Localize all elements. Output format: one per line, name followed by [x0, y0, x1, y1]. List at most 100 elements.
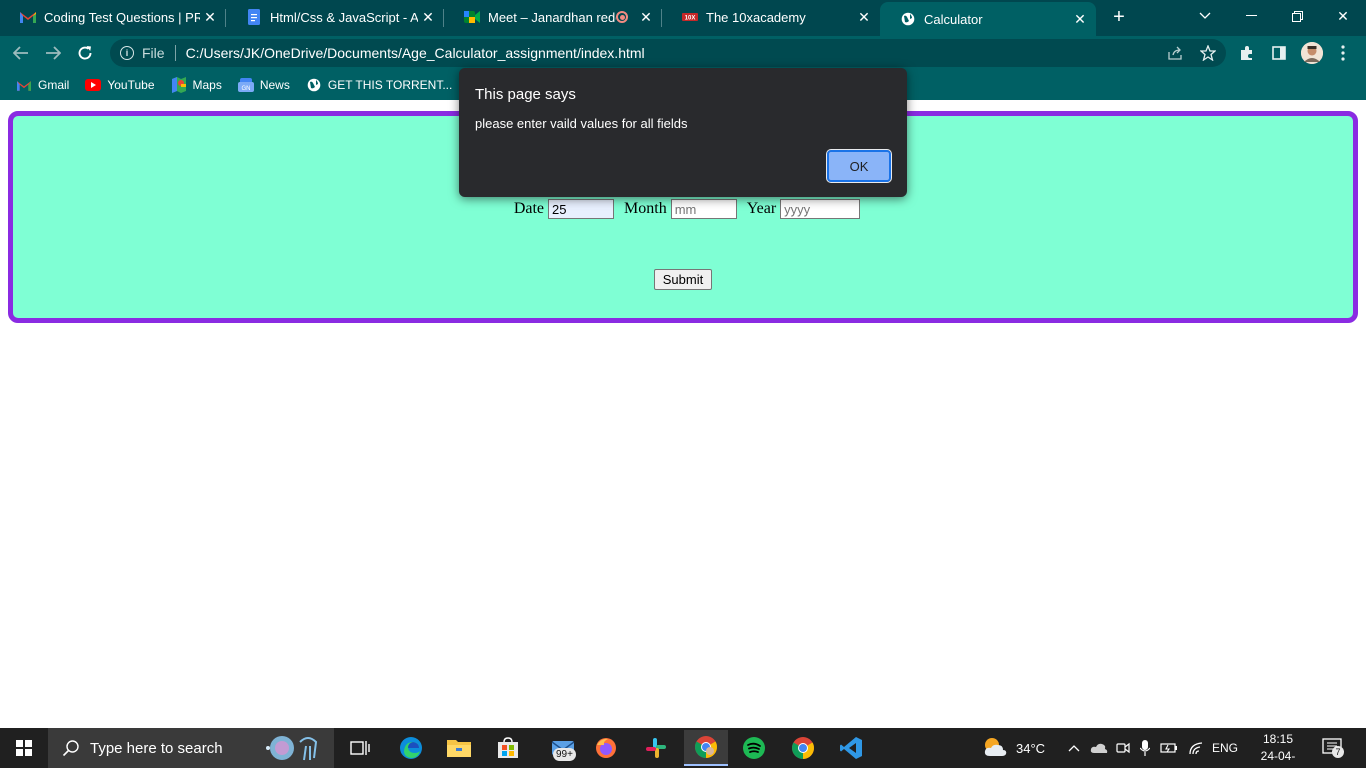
language-text: ENG [1212, 741, 1239, 755]
svg-text:10X: 10X [685, 16, 696, 22]
spotify-icon[interactable] [734, 732, 774, 764]
date-input[interactable] [548, 199, 615, 219]
news-icon: GN [237, 77, 254, 93]
menu-kebab-icon[interactable] [1333, 43, 1353, 63]
dialog-title: This page says [475, 86, 576, 103]
tab-close-icon[interactable]: ✕ [1070, 9, 1090, 29]
language-indicator[interactable]: ENG [1212, 728, 1238, 768]
10x-icon: 10X [682, 9, 698, 25]
bookmark-gmail[interactable]: Gmail [16, 77, 69, 93]
reload-button[interactable] [72, 40, 98, 66]
scheme-label: File [142, 45, 165, 61]
globe-icon [306, 77, 322, 93]
tab-close-icon[interactable]: ✕ [200, 7, 220, 27]
side-panel-icon[interactable] [1269, 43, 1289, 63]
tab-close-icon[interactable]: ✕ [418, 7, 438, 27]
extensions-icon[interactable] [1237, 43, 1257, 63]
dialog-message: please enter vaild values for all fields [475, 116, 688, 131]
close-window-button[interactable]: ✕ [1320, 0, 1366, 32]
tab-html-css-js[interactable]: Html/Css & JavaScript - Age ✕ [226, 0, 444, 34]
bookmark-label: News [259, 78, 290, 92]
month-label: Month [624, 200, 667, 217]
file-explorer-icon[interactable] [439, 732, 479, 764]
ok-button[interactable]: OK [826, 149, 892, 183]
tab-meet[interactable]: Meet – Janardhan reddy ✕ [444, 0, 662, 34]
bookmark-youtube[interactable]: YouTube [85, 77, 155, 93]
bookmark-label: Maps [192, 78, 222, 92]
bookmark-maps[interactable]: Maps [171, 77, 222, 93]
weather-widget[interactable]: 34°C [982, 728, 1045, 768]
tab-search-chevron-icon[interactable] [1182, 0, 1228, 32]
bookmark-label: Gmail [38, 78, 70, 92]
youtube-icon [85, 77, 102, 93]
tab-10xacademy[interactable]: 10X The 10xacademy ✕ [662, 0, 880, 34]
address-bar[interactable]: i File C:/Users/JK/OneDrive/Documents/Ag… [110, 39, 1226, 67]
search-placeholder: Type here to search [90, 739, 223, 757]
clock-date: 24-04-2023 [1260, 749, 1296, 780]
tab-title: Calculator [924, 11, 983, 27]
bookmark-label: YouTube [107, 78, 155, 92]
gmail-icon [20, 9, 36, 25]
notification-center-icon[interactable]: 7 [1322, 738, 1344, 758]
tab-close-icon[interactable]: ✕ [636, 7, 656, 27]
globe-icon [900, 11, 916, 27]
windows-start-icon[interactable] [16, 740, 32, 756]
bookmark-torrent[interactable]: GET THIS TORRENT... [306, 77, 452, 93]
wifi-icon[interactable] [1188, 728, 1204, 768]
notification-count: 7 [1332, 746, 1344, 758]
tab-calculator[interactable]: Calculator ✕ [880, 2, 1096, 36]
gmail-icon [16, 77, 32, 93]
weather-icon [982, 736, 1008, 761]
month-input[interactable] [670, 199, 737, 219]
search-highlight-icon [260, 732, 330, 764]
chrome-profile-icon[interactable] [783, 732, 823, 764]
submit-button[interactable]: Submit [654, 269, 712, 290]
tab-coding-test[interactable]: Coding Test Questions | PRT ✕ [0, 0, 226, 34]
search-icon [62, 739, 80, 757]
browser-tab-strip: Coding Test Questions | PRT ✕ Html/Css &… [0, 0, 1366, 36]
battery-charging-icon[interactable] [1160, 728, 1178, 768]
tab-title: Coding Test Questions | PRT [44, 9, 200, 25]
taskbar-search-box[interactable]: Type here to search [48, 728, 334, 768]
url-text[interactable]: C:/Users/JK/OneDrive/Documents/Age_Calcu… [186, 45, 645, 61]
alert-dialog: This page says please enter vaild values… [459, 68, 907, 197]
profile-avatar[interactable] [1301, 42, 1323, 64]
edge-icon[interactable] [391, 732, 431, 764]
meet-icon [464, 9, 480, 25]
tab-title: The 10xacademy [706, 9, 806, 25]
year-input[interactable] [780, 199, 861, 219]
tab-close-icon[interactable]: ✕ [854, 7, 874, 27]
meet-tray-icon[interactable] [1116, 728, 1130, 768]
forward-button[interactable] [40, 40, 66, 66]
restore-button[interactable] [1274, 0, 1320, 32]
bookmark-label: GET THIS TORRENT... [327, 78, 453, 92]
minimize-button[interactable] [1228, 0, 1274, 32]
onedrive-icon[interactable] [1090, 728, 1108, 768]
chrome-icon[interactable] [684, 730, 728, 766]
store-icon[interactable] [488, 732, 528, 764]
weather-temp: 34°C [1016, 740, 1046, 756]
slack-icon[interactable] [636, 732, 676, 764]
mail-icon[interactable]: 99+ [540, 732, 586, 764]
omnibox-divider [174, 45, 176, 61]
microphone-icon[interactable] [1140, 728, 1150, 768]
mail-badge: 99+ [553, 748, 576, 761]
svg-text:GN: GN [241, 86, 250, 92]
site-info-icon[interactable]: i [120, 46, 134, 60]
back-button[interactable] [8, 40, 34, 66]
date-input-row: Date Month Year [13, 199, 1353, 219]
task-view-icon[interactable] [340, 732, 380, 764]
new-tab-button[interactable]: + [1108, 6, 1130, 28]
share-icon[interactable] [1166, 43, 1186, 63]
firefox-icon[interactable] [586, 732, 626, 764]
clock-time: 18:15 [1262, 732, 1294, 746]
maps-icon [171, 77, 187, 93]
vscode-icon[interactable] [831, 732, 871, 764]
tab-title: Meet – Janardhan reddy [488, 9, 616, 25]
show-hidden-icons-icon[interactable] [1068, 728, 1080, 768]
bookmark-star-icon[interactable] [1198, 43, 1218, 63]
tab-title: Html/Css & JavaScript - Age [270, 9, 418, 25]
recording-icon [616, 11, 628, 23]
system-clock[interactable]: 18:15 24-04-2023 [1248, 731, 1308, 782]
bookmark-news[interactable]: GN News [237, 77, 290, 93]
